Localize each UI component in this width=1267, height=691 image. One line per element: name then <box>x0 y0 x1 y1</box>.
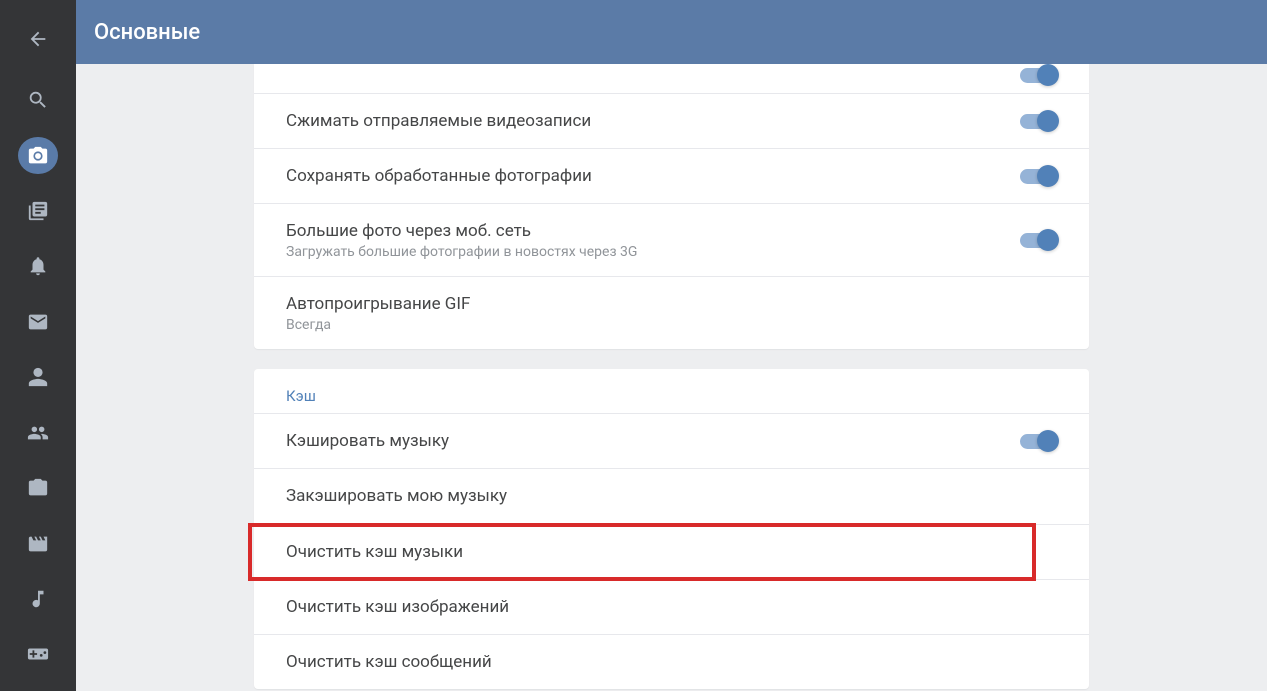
sidebar <box>0 0 76 691</box>
row-subtitle: Загружать большие фотографии в новостях … <box>286 244 637 260</box>
settings-row-gif-autoplay[interactable]: Автопроигрывание GIF Всегда <box>254 276 1089 349</box>
row-title: Кэшировать музыку <box>286 430 449 452</box>
toggle-switch[interactable] <box>1020 169 1057 184</box>
row-title: Сохранять обработанные фотографии <box>286 165 592 187</box>
news-icon[interactable] <box>18 192 58 229</box>
search-icon[interactable] <box>18 81 58 118</box>
camera-active-icon[interactable] <box>18 137 58 174</box>
settings-row-big-photos-mobile[interactable]: Большие фото через моб. сеть Загружать б… <box>254 203 1089 276</box>
notifications-icon[interactable] <box>18 248 58 285</box>
toggle-switch[interactable] <box>1020 114 1057 129</box>
page-title: Основные <box>94 20 200 45</box>
back-icon[interactable] <box>18 20 58 57</box>
row-subtitle: Всегда <box>286 317 470 333</box>
messages-icon[interactable] <box>18 303 58 340</box>
music-icon[interactable] <box>18 580 58 617</box>
row-title: Очистить кэш музыки <box>286 541 463 563</box>
row-title: Закэшировать мою музыку <box>286 485 507 507</box>
row-title: Очистить кэш сообщений <box>286 651 492 673</box>
settings-row-clear-music-cache[interactable]: Очистить кэш музыки <box>254 524 1089 579</box>
main-content: Основные Сжимать отправляемые видеозапис… <box>76 0 1267 691</box>
games-icon[interactable] <box>18 636 58 673</box>
settings-row-save-photos[interactable]: Сохранять обработанные фотографии <box>254 148 1089 203</box>
row-title: Очистить кэш изображений <box>286 596 509 618</box>
page-header: Основные <box>76 0 1267 64</box>
toggle-switch[interactable] <box>1020 233 1057 248</box>
settings-row-cache-my-music[interactable]: Закэшировать мою музыку <box>254 468 1089 523</box>
toggle-switch[interactable] <box>1020 68 1057 83</box>
settings-row-clear-messages-cache[interactable]: Очистить кэш сообщений <box>254 634 1089 689</box>
settings-group-cache: Кэш Кэшировать музыку Закэшировать мою м… <box>254 369 1089 688</box>
settings-group-main: Сжимать отправляемые видеозаписи Сохраня… <box>254 64 1089 349</box>
row-title: Сжимать отправляемые видеозаписи <box>286 110 591 132</box>
settings-row-compress-video[interactable]: Сжимать отправляемые видеозаписи <box>254 93 1089 148</box>
photos-icon[interactable] <box>18 469 58 506</box>
settings-scroll-area[interactable]: Сжимать отправляемые видеозаписи Сохраня… <box>76 64 1267 691</box>
row-title: Автопроигрывание GIF <box>286 293 470 315</box>
toggle-switch[interactable] <box>1020 434 1057 449</box>
settings-row-partial[interactable] <box>254 64 1089 93</box>
profile-icon[interactable] <box>18 359 58 396</box>
groups-icon[interactable] <box>18 414 58 451</box>
videos-icon[interactable] <box>18 525 58 562</box>
settings-row-clear-images-cache[interactable]: Очистить кэш изображений <box>254 579 1089 634</box>
section-header-cache: Кэш <box>254 369 1089 413</box>
row-title: Большие фото через моб. сеть <box>286 220 637 242</box>
settings-row-cache-music[interactable]: Кэшировать музыку <box>254 413 1089 468</box>
